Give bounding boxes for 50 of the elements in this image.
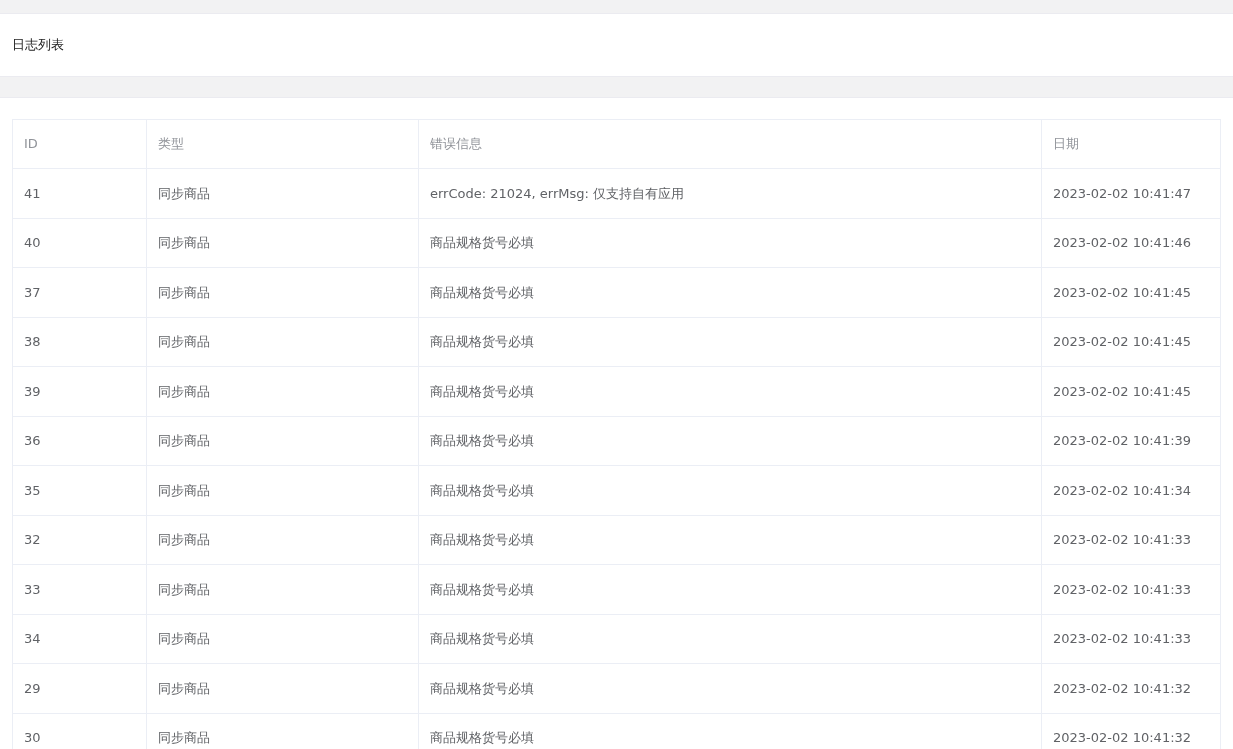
table-cell: 30 [12,713,147,749]
table-cell: 同步商品 [146,465,419,515]
table-cell: 2023-02-02 10:41:34 [1041,465,1221,515]
table-cell: 2023-02-02 10:41:46 [1041,218,1221,268]
table-cell: 商品规格货号必填 [418,317,1042,367]
table-cell: 37 [12,267,147,317]
table-cell: 商品规格货号必填 [418,465,1042,515]
table-cell: 2023-02-02 10:41:47 [1041,168,1221,218]
table-cell: 2023-02-02 10:41:45 [1041,267,1221,317]
table-cell: 2023-02-02 10:41:45 [1041,317,1221,367]
table-cell: 33 [12,564,147,614]
table-cell: 32 [12,515,147,565]
table-cell: 同步商品 [146,168,419,218]
table-cell: 39 [12,366,147,416]
table-cell: 2023-02-02 10:41:33 [1041,614,1221,664]
table-cell: 商品规格货号必填 [418,515,1042,565]
table-cell: 商品规格货号必填 [418,267,1042,317]
column-header: 日期 [1041,119,1221,169]
page-title: 日志列表 [12,36,64,55]
table-cell: 商品规格货号必填 [418,366,1042,416]
column-header: 错误信息 [418,119,1042,169]
column-header: ID [12,119,147,169]
table-cell: 2023-02-02 10:41:32 [1041,663,1221,713]
table-cell: 商品规格货号必填 [418,416,1042,466]
table-cell: 34 [12,614,147,664]
table-cell: 2023-02-02 10:41:33 [1041,515,1221,565]
table-cell: 2023-02-02 10:41:45 [1041,366,1221,416]
table-cell: 同步商品 [146,317,419,367]
table-cell: 商品规格货号必填 [418,614,1042,664]
table-cell: 29 [12,663,147,713]
table-cell: 41 [12,168,147,218]
table-cell: 同步商品 [146,218,419,268]
table-cell: 35 [12,465,147,515]
table-cell: 同步商品 [146,416,419,466]
table-cell: 同步商品 [146,267,419,317]
table-cell: 同步商品 [146,614,419,664]
table-cell: 40 [12,218,147,268]
table-cell: 同步商品 [146,663,419,713]
table-cell: 2023-02-02 10:41:39 [1041,416,1221,466]
table-cell: 36 [12,416,147,466]
table-cell: 2023-02-02 10:41:33 [1041,564,1221,614]
table-cell: 商品规格货号必填 [418,663,1042,713]
table-cell: errCode: 21024, errMsg: 仅支持自有应用 [418,168,1042,218]
table-cell: 商品规格货号必填 [418,218,1042,268]
table-cell: 同步商品 [146,366,419,416]
table-cell: 同步商品 [146,564,419,614]
table-cell: 同步商品 [146,515,419,565]
column-header: 类型 [146,119,419,169]
table-cell: 38 [12,317,147,367]
table-cell: 商品规格货号必填 [418,564,1042,614]
